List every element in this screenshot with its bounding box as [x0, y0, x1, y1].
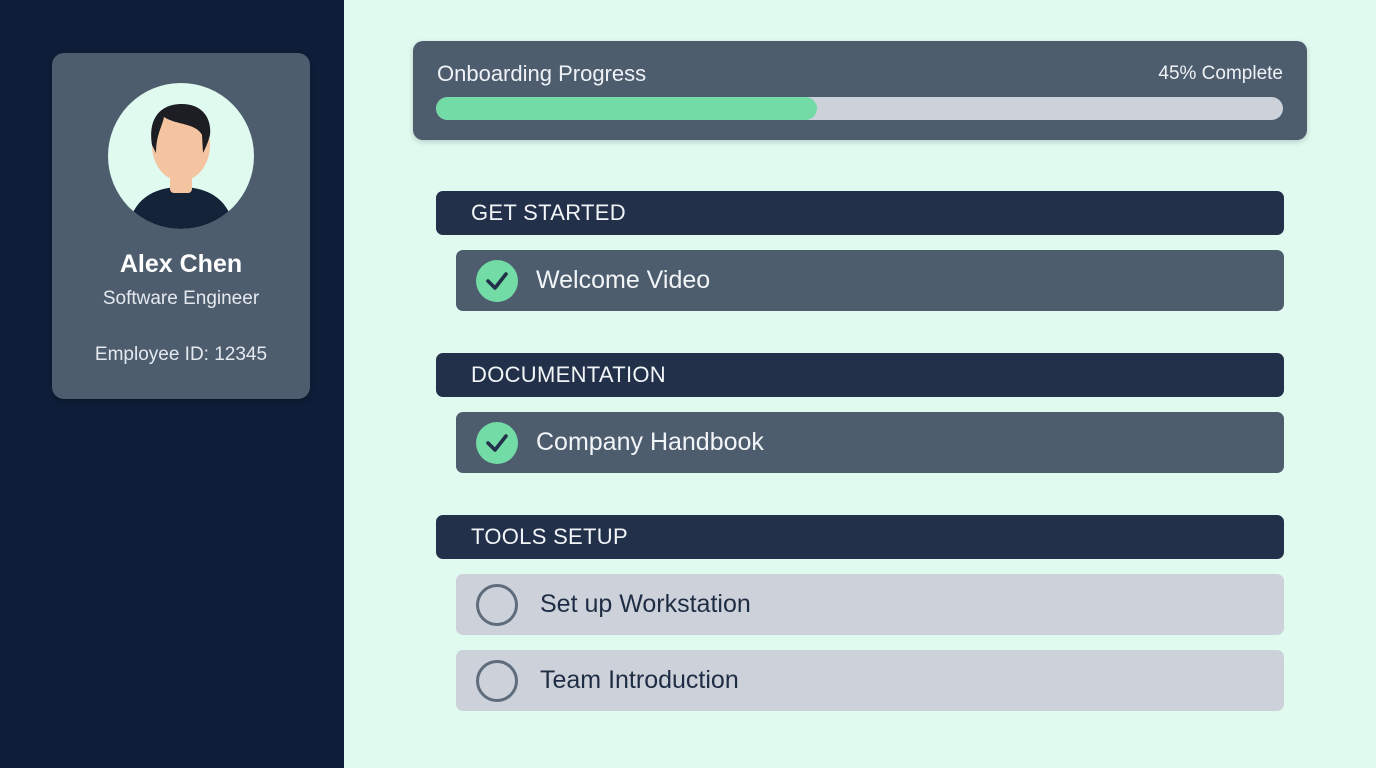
- task-set-up-workstation[interactable]: Set up Workstation: [456, 574, 1284, 635]
- empty-circle-icon[interactable]: [476, 584, 518, 626]
- profile-name: Alex Chen: [119, 250, 243, 278]
- user-avatar-icon: [108, 83, 254, 229]
- progress-bar-fill: [436, 97, 818, 120]
- profile-role: Software Engineer: [102, 288, 260, 309]
- onboarding-progress-card: Onboarding Progress 45% Complete: [413, 41, 1307, 140]
- task-welcome-video[interactable]: Welcome Video: [456, 250, 1284, 311]
- task-label: Team Introduction: [540, 666, 739, 694]
- employee-id: Employee ID: 12345: [94, 344, 268, 365]
- task-label: Set up Workstation: [540, 590, 751, 618]
- check-circle-icon[interactable]: [476, 422, 518, 464]
- progress-title: Onboarding Progress: [437, 61, 647, 86]
- section-header-tools-setup: TOOLS SETUP: [436, 515, 1284, 559]
- task-company-handbook[interactable]: Company Handbook: [456, 412, 1284, 473]
- section-header-documentation: DOCUMENTATION: [436, 353, 1284, 397]
- task-team-introduction[interactable]: Team Introduction: [456, 650, 1284, 711]
- section-header-get-started: GET STARTED: [436, 191, 1284, 235]
- empty-circle-icon[interactable]: [476, 660, 518, 702]
- progress-status: 45% Complete: [1158, 63, 1283, 84]
- progress-bar: [436, 97, 1283, 120]
- task-label: Company Handbook: [536, 428, 764, 456]
- task-label: Welcome Video: [536, 266, 711, 294]
- check-circle-icon[interactable]: [476, 260, 518, 302]
